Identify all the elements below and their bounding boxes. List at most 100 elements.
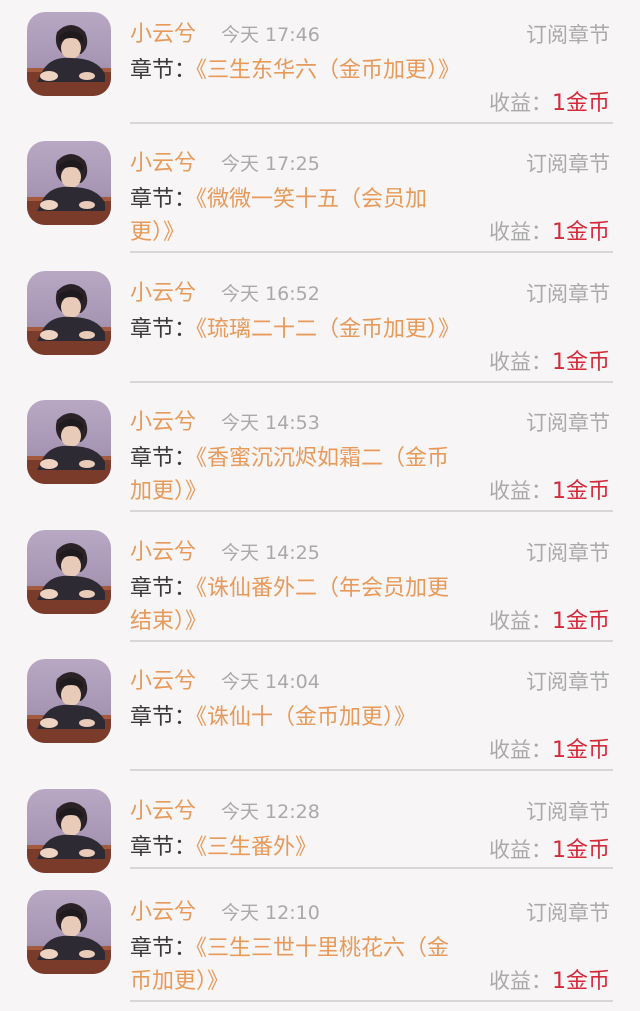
- avatar-image: [27, 530, 111, 614]
- avatar-image: [27, 141, 111, 225]
- income-info: 收益：1金币: [489, 835, 610, 866]
- income-record-row[interactable]: 小云兮 今天 12:28 订阅章节 章节：《三生番外》 收益：1金币: [0, 777, 640, 877]
- user-avatar[interactable]: [27, 271, 111, 355]
- income-info: 收益：1金币: [489, 347, 610, 378]
- income-label: 收益：: [489, 91, 552, 115]
- chapter-label: 章节：: [130, 835, 197, 860]
- user-name[interactable]: 小云兮: [130, 149, 196, 179]
- record-time: 今天 14:53: [221, 412, 320, 434]
- user-name[interactable]: 小云兮: [130, 20, 196, 50]
- chapter-info[interactable]: 章节：《微微一笑十五（会员加更）》: [130, 183, 470, 249]
- chapter-label: 章节：: [130, 936, 197, 961]
- user-name[interactable]: 小云兮: [130, 408, 196, 438]
- income-amount: 1金币: [552, 350, 610, 375]
- row-divider: [130, 510, 613, 512]
- record-type: 订阅章节: [526, 23, 610, 47]
- user-avatar[interactable]: [27, 789, 111, 873]
- record-type: 订阅章节: [526, 670, 610, 694]
- income-label: 收益：: [489, 350, 552, 374]
- avatar-image: [27, 271, 111, 355]
- chapter-label: 章节：: [130, 317, 197, 342]
- avatar-image: [27, 659, 111, 743]
- record-type: 订阅章节: [526, 152, 610, 176]
- record-type: 订阅章节: [526, 541, 610, 565]
- record-type: 订阅章节: [526, 800, 610, 824]
- income-label: 收益：: [489, 738, 552, 762]
- income-label: 收益：: [489, 479, 552, 503]
- chapter-label: 章节：: [130, 705, 197, 730]
- user-name[interactable]: 小云兮: [130, 797, 196, 827]
- record-type: 订阅章节: [526, 411, 610, 435]
- income-amount: 1金币: [552, 609, 610, 634]
- user-name[interactable]: 小云兮: [130, 538, 196, 568]
- income-label: 收益：: [489, 969, 552, 993]
- avatar-image: [27, 400, 111, 484]
- record-time: 今天 16:52: [221, 283, 320, 305]
- user-name[interactable]: 小云兮: [130, 667, 196, 697]
- chapter-title[interactable]: 《三生番外》: [196, 835, 317, 860]
- chapter-info[interactable]: 章节：《三生东华六（金币加更）》: [130, 54, 470, 87]
- row-divider: [130, 1000, 613, 1002]
- row-divider: [130, 381, 613, 383]
- user-avatar[interactable]: [27, 530, 111, 614]
- user-avatar[interactable]: [27, 12, 111, 96]
- record-time: 今天 12:28: [221, 801, 320, 823]
- user-avatar[interactable]: [27, 400, 111, 484]
- income-amount: 1金币: [552, 738, 610, 763]
- chapter-label: 章节：: [130, 576, 197, 601]
- user-avatar[interactable]: [27, 141, 111, 225]
- user-name[interactable]: 小云兮: [130, 898, 196, 928]
- income-amount: 1金币: [552, 91, 610, 116]
- chapter-info[interactable]: 章节：《香蜜沉沉烬如霜二（金币加更）》: [130, 442, 470, 508]
- record-time: 今天 14:04: [221, 671, 320, 693]
- income-amount: 1金币: [552, 479, 610, 504]
- chapter-info[interactable]: 章节：《诛仙十（金币加更）》: [130, 701, 470, 734]
- income-info: 收益：1金币: [489, 606, 610, 637]
- income-label: 收益：: [489, 838, 552, 862]
- record-time: 今天 12:10: [221, 902, 320, 924]
- chapter-info[interactable]: 章节：《三生三世十里桃花六（金币加更）》: [130, 932, 470, 998]
- chapter-title[interactable]: 《诛仙十（金币加更）》: [196, 705, 416, 730]
- income-label: 收益：: [489, 609, 552, 633]
- income-record-row[interactable]: 小云兮 今天 17:25 订阅章节章节：《微微一笑十五（会员加更）》 收益：1金币: [0, 129, 640, 257]
- income-record-row[interactable]: 小云兮 今天 17:46 订阅章节 章节：《三生东华六（金币加更）》 收益：1金币: [0, 0, 640, 128]
- record-time: 今天 14:25: [221, 542, 320, 564]
- chapter-label: 章节：: [130, 58, 197, 83]
- income-info: 收益：1金币: [489, 966, 610, 997]
- chapter-title[interactable]: 《琉璃二十二（金币加更）》: [196, 317, 460, 342]
- chapter-info[interactable]: 章节：《琉璃二十二（金币加更）》: [130, 313, 470, 346]
- avatar-image: [27, 890, 111, 974]
- chapter-info[interactable]: 章节：《三生番外》: [130, 831, 470, 864]
- record-time: 今天 17:25: [221, 153, 320, 175]
- income-info: 收益：1金币: [489, 735, 610, 766]
- record-type: 订阅章节: [526, 282, 610, 306]
- income-amount: 1金币: [552, 220, 610, 245]
- income-amount: 1金币: [552, 969, 610, 994]
- income-label: 收益：: [489, 220, 552, 244]
- income-record-row[interactable]: 小云兮 今天 12:10 订阅章节章节：《三生三世十里桃花六（金币加更）》 收益：1金…: [0, 878, 640, 1006]
- row-divider: [130, 122, 613, 124]
- income-record-row[interactable]: 小云兮 今天 14:53 订阅章节章节：《香蜜沉沉烬如霜二（金币加更）》 收益：1金币: [0, 388, 640, 516]
- avatar-image: [27, 12, 111, 96]
- chapter-title[interactable]: 《三生东华六（金币加更）》: [196, 58, 460, 83]
- income-record-row[interactable]: 小云兮 今天 14:04 订阅章节 章节：《诛仙十（金币加更）》 收益：1金币: [0, 647, 640, 775]
- user-avatar[interactable]: [27, 659, 111, 743]
- row-divider: [130, 251, 613, 253]
- record-time: 今天 17:46: [221, 24, 320, 46]
- record-type: 订阅章节: [526, 901, 610, 925]
- user-avatar[interactable]: [27, 890, 111, 974]
- income-record-row[interactable]: 小云兮 今天 16:52 订阅章节 章节：《琉璃二十二（金币加更）》 收益：1金币: [0, 259, 640, 387]
- income-record-row[interactable]: 小云兮 今天 14:25 订阅章节章节：《诛仙番外二（年会员加更结束）》 收益：1金币: [0, 518, 640, 646]
- avatar-image: [27, 789, 111, 873]
- income-info: 收益：1金币: [489, 217, 610, 248]
- row-divider: [130, 640, 613, 642]
- chapter-info[interactable]: 章节：《诛仙番外二（年会员加更结束）》: [130, 572, 470, 638]
- income-info: 收益：1金币: [489, 88, 610, 119]
- row-divider: [130, 867, 613, 869]
- chapter-label: 章节：: [130, 446, 197, 471]
- income-amount: 1金币: [552, 838, 610, 863]
- chapter-label: 章节：: [130, 187, 197, 212]
- user-name[interactable]: 小云兮: [130, 279, 196, 309]
- income-info: 收益：1金币: [489, 476, 610, 507]
- row-divider: [130, 769, 613, 771]
